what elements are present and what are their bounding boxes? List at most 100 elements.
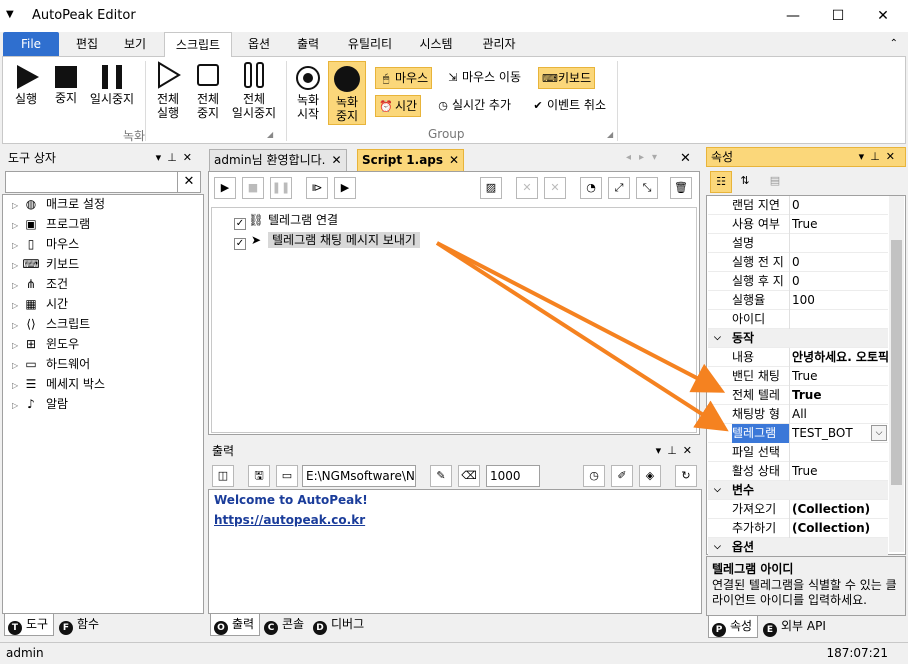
menu-tab-edit[interactable]: 편집 — [64, 32, 110, 56]
property-row[interactable]: 아이디 — [708, 310, 888, 329]
property-row[interactable]: 파일 선택 — [708, 443, 888, 462]
property-row[interactable]: 설명 — [708, 234, 888, 253]
run-all-button[interactable]: 전체 실행 — [151, 61, 185, 120]
property-value[interactable]: All — [792, 405, 888, 424]
tab-scroll-icons[interactable]: ◂▸▾ — [626, 152, 665, 163]
line-checkbox[interactable]: ✓ — [234, 238, 246, 250]
target-tool-button[interactable]: ◔ — [580, 177, 602, 199]
line-checkbox[interactable]: ✓ — [234, 218, 246, 230]
property-value[interactable]: 0 — [792, 253, 888, 272]
tab-debug[interactable]: D 디버그 — [310, 614, 369, 636]
expand-category-icon[interactable]: ⌵ — [714, 481, 721, 500]
property-row[interactable]: 랜덤 지연 0 — [708, 196, 888, 215]
property-row[interactable]: 내용 안녕하세요. 오토픽 — [708, 348, 888, 367]
tab-properties[interactable]: P 속성 — [708, 616, 759, 638]
alphabetical-sort-button[interactable]: ⇅ — [734, 171, 756, 193]
eraser-tool-button[interactable]: ⌫ — [458, 465, 480, 487]
system-menu-icon[interactable]: ▼ — [6, 9, 14, 20]
property-value[interactable]: (Collection) — [792, 500, 888, 519]
run-selection-tool-button[interactable]: ▶ — [334, 177, 356, 199]
pause-button[interactable]: 일시중지 — [87, 61, 137, 106]
menu-tab-script[interactable]: 스크립트 — [164, 32, 232, 57]
toolbox-search-input[interactable] — [5, 171, 201, 193]
tab-external-api[interactable]: E 외부 API — [760, 616, 831, 638]
minimize-button[interactable]: — — [770, 0, 816, 32]
tree-item-alarm[interactable]: ▷ ♪ 알람 — [12, 394, 68, 414]
collapse-tool-button[interactable]: ⤡ — [636, 177, 658, 199]
close-tab-icon[interactable]: ✕ — [331, 153, 341, 167]
run-button[interactable]: 실행 — [11, 61, 41, 106]
close-tab-icon[interactable]: ✕ — [449, 153, 459, 167]
property-value[interactable]: 안녕하세요. 오토픽 — [792, 348, 888, 367]
step-tool-button[interactable]: ⧐ — [306, 177, 328, 199]
panel-buttons[interactable]: ▾⊥✕ — [156, 148, 198, 168]
stop-all-button[interactable]: 전체 중지 — [191, 61, 225, 120]
brush-tool-button[interactable]: ✎ — [430, 465, 452, 487]
script-line-telegram-connect[interactable]: ✓ ⛓ 텔레그램 연결 — [234, 210, 338, 230]
property-row[interactable]: 사용 여부 True — [708, 215, 888, 234]
menu-tab-options[interactable]: 옵션 — [236, 32, 282, 56]
event-cancel-toggle[interactable]: ✔ 이벤트 취소 — [528, 95, 609, 117]
property-row[interactable]: 텔레그램 TEST_BOT ⌵ — [708, 424, 888, 443]
menu-tab-admin[interactable]: 관리자 — [470, 32, 528, 56]
tab-console[interactable]: C 콘솔 — [261, 614, 309, 636]
property-value[interactable]: 100 — [792, 291, 888, 310]
delete-tool-button[interactable]: 🗑 — [670, 177, 692, 199]
file-menu[interactable]: File — [3, 32, 59, 56]
property-category[interactable]: ⌵ 옵션 — [708, 538, 888, 557]
clock-tool-button[interactable]: ◷ — [583, 465, 605, 487]
tree-item-macro-settings[interactable]: ▷ ◍ 매크로 설정 — [12, 194, 105, 214]
tree-item-program[interactable]: ▷ ▣ 프로그램 — [12, 214, 90, 234]
property-category[interactable]: ⌵ 동작 — [708, 329, 888, 348]
property-row[interactable]: 추가하기 (Collection) — [708, 519, 888, 538]
collapse-ribbon-icon[interactable]: ⌃ — [890, 38, 898, 49]
panel-buttons[interactable]: ▾⊥✕ — [859, 148, 901, 166]
property-category[interactable]: ⌵ 변수 — [708, 481, 888, 500]
record-stop-button[interactable]: 녹화 중지 — [328, 61, 366, 125]
tree-item-window[interactable]: ▷ ⊞ 윈도우 — [12, 334, 79, 354]
property-row[interactable]: 활성 상태 True — [708, 462, 888, 481]
property-row[interactable]: 밴딘 채팅 True — [708, 367, 888, 386]
tree-item-mouse[interactable]: ▷ ▯ 마우스 — [12, 234, 79, 254]
stop-button[interactable]: 중지 — [51, 61, 81, 105]
group-launcher-icon[interactable]: ◢ — [607, 130, 613, 139]
menu-tab-system[interactable]: 시스템 — [408, 32, 464, 56]
property-row[interactable]: 채팅방 형 All — [708, 405, 888, 424]
save-output-button[interactable]: 🖫 — [248, 465, 270, 487]
tab-toolbox[interactable]: T 도구 — [4, 614, 55, 636]
property-pages-button[interactable]: ▤ — [764, 171, 786, 193]
property-row[interactable]: 전체 텔레 True — [708, 386, 888, 405]
menu-tab-view[interactable]: 보기 — [112, 32, 158, 56]
pause-tool-button[interactable]: ❚❚ — [270, 177, 292, 199]
tree-item-keyboard[interactable]: ▷ ⌨ 키보드 — [12, 254, 79, 274]
tab-output[interactable]: O 출력 — [210, 614, 261, 636]
tree-item-hardware[interactable]: ▷ ▭ 하드웨어 — [12, 354, 90, 374]
menu-tab-output[interactable]: 출력 — [285, 32, 331, 56]
close-document-icon[interactable]: ✕ — [680, 151, 691, 166]
time-record-toggle[interactable]: ⏰ 시간 — [375, 95, 422, 117]
property-value[interactable]: True — [792, 462, 888, 481]
property-value[interactable]: (Collection) — [792, 519, 888, 538]
tree-item-message-box[interactable]: ▷ ☰ 메세지 박스 — [12, 374, 105, 394]
panel-buttons[interactable]: ▾⊥✕ — [656, 441, 698, 461]
tab-functions[interactable]: F 함수 — [56, 614, 104, 636]
record-start-button[interactable]: 녹화 시작 — [291, 61, 325, 121]
disabled-tool-button[interactable]: ✕ — [516, 177, 538, 199]
menu-tab-utility[interactable]: 유틸리티 — [337, 32, 403, 56]
refresh-tool-button[interactable]: ↻ — [675, 465, 697, 487]
expand-category-icon[interactable]: ⌵ — [714, 538, 721, 557]
fill-tool-button[interactable]: ◈ — [639, 465, 661, 487]
group-launcher-icon[interactable]: ◢ — [267, 130, 273, 139]
stop-tool-button[interactable]: ■ — [242, 177, 264, 199]
property-row[interactable]: 가져오기 (Collection) — [708, 500, 888, 519]
tree-item-script[interactable]: ▷ ⟨⟩ 스크립트 — [12, 314, 90, 334]
property-row[interactable]: 실행 전 지0 — [708, 253, 888, 272]
tab-welcome[interactable]: admin님 환영합니다. ✕ — [209, 149, 347, 171]
tab-script1[interactable]: Script 1.aps ✕ — [357, 149, 465, 171]
mouse-record-toggle[interactable]: 🖱 마우스 — [375, 67, 433, 89]
property-value[interactable]: 0 — [792, 272, 888, 291]
disabled-tool-button[interactable]: ✕ — [544, 177, 566, 199]
keyboard-record-toggle[interactable]: ⌨키보드 — [538, 67, 596, 89]
pen-tool-button[interactable]: ✐ — [611, 465, 633, 487]
output-path-field[interactable]: E:\NGMsoftware\NG — [302, 465, 416, 487]
